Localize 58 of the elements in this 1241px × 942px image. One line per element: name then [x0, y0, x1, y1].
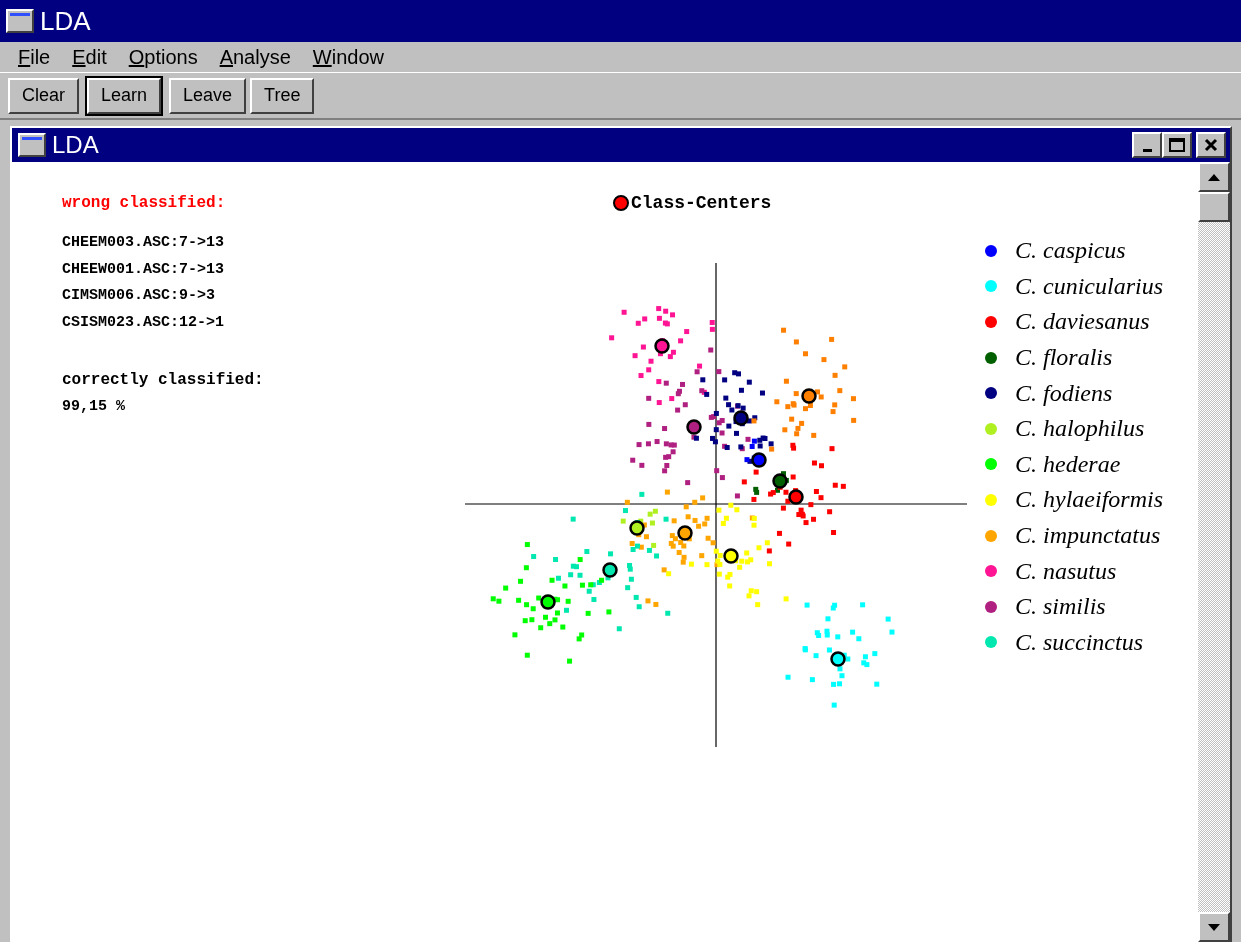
error-heading: wrong classified: — [62, 194, 227, 212]
menu-item[interactable]: Window — [302, 45, 396, 69]
menu-item[interactable]: Analyse — [209, 45, 303, 69]
center-marker-icon — [613, 195, 629, 211]
legend-label: C. caspicus — [1015, 237, 1126, 265]
menu-item[interactable]: File — [8, 45, 63, 69]
class-center-marker — [686, 419, 702, 435]
class-center-marker — [602, 562, 618, 578]
legend-label: C. fodiens — [1015, 379, 1113, 407]
accuracy-heading: correctly classified: — [62, 370, 265, 391]
class-center-marker — [751, 452, 767, 468]
scroll-thumb[interactable] — [1198, 192, 1230, 222]
class-center-marker — [830, 651, 846, 667]
scroll-up-button[interactable] — [1198, 162, 1230, 192]
close-icon — [1204, 138, 1218, 152]
class-center-marker — [788, 489, 804, 505]
class-center-marker — [733, 410, 749, 426]
window-title: LDA — [40, 5, 91, 37]
legend-label: C. hederae — [1015, 450, 1121, 478]
misclassified-entry: CIMSM006.ASC:9->3 — [62, 286, 217, 306]
centers-label: Class-Centers — [631, 193, 772, 213]
toolbar-button[interactable]: Learn — [87, 77, 162, 114]
legend-label: C. succinctus — [1015, 628, 1143, 656]
window-icon — [6, 9, 34, 33]
legend-label: C. floralis — [1015, 344, 1113, 372]
up-arrow-icon — [1208, 173, 1220, 181]
legend-label: C. nasutus — [1015, 557, 1117, 585]
class-center-marker — [723, 548, 739, 564]
legend-label: C. halophilus — [1015, 415, 1145, 443]
down-arrow-icon — [1208, 923, 1220, 931]
misclassified-entry: CSISM023.ASC:12->1 — [62, 312, 226, 333]
window-title: LDA — [52, 131, 100, 159]
misclassified-entry: CHEEM003.ASC:7->13 — [62, 233, 226, 253]
class-center-marker — [654, 338, 670, 354]
class-center-marker — [540, 594, 556, 610]
window-icon — [18, 133, 46, 157]
close-button[interactable] — [1196, 132, 1226, 158]
minimize-icon — [1142, 148, 1152, 152]
class-center-marker — [801, 388, 817, 404]
class-center-marker — [629, 520, 645, 536]
legend-label: C. hylaeiformis — [1015, 486, 1163, 514]
maximize-icon — [1169, 138, 1185, 152]
toolbar-button[interactable]: Tree — [250, 77, 315, 114]
legend-label: C. similis — [1015, 593, 1106, 621]
class-center-marker — [772, 473, 788, 489]
toolbar-button[interactable]: Clear — [8, 77, 79, 114]
menu-item[interactable]: Options — [118, 45, 210, 69]
maximize-button[interactable] — [1162, 132, 1192, 158]
accuracy-value: 99,15 % — [62, 397, 126, 417]
misclassified-entry: CHEEW001.ASC:7->13 — [62, 259, 226, 280]
legend-label: C. impunctatus — [1015, 522, 1161, 550]
scroll-down-button[interactable] — [1198, 912, 1230, 942]
toolbar-button[interactable]: Leave — [169, 77, 247, 114]
menu-item[interactable]: Edit — [62, 45, 119, 69]
legend-label: C. cunicularius — [1015, 272, 1163, 300]
minimize-button[interactable] — [1132, 132, 1162, 158]
legend-label: C. daviesanus — [1015, 308, 1150, 336]
class-center-marker — [677, 525, 693, 541]
